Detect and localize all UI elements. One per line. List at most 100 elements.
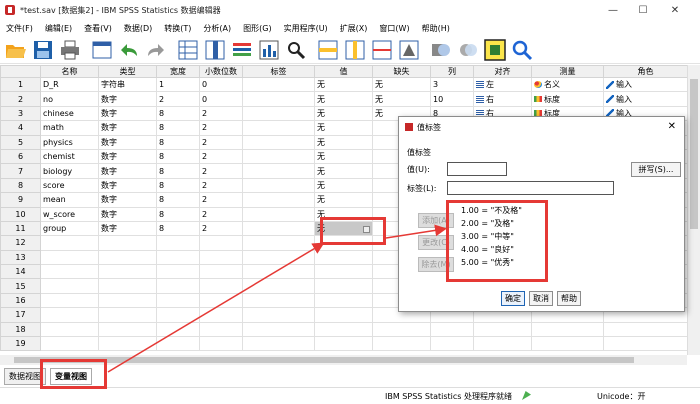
cell-values[interactable]: 无	[314, 163, 373, 179]
cell-label[interactable]	[242, 76, 315, 93]
row-number[interactable]: 8	[0, 177, 41, 194]
empty-cell[interactable]	[156, 264, 200, 280]
select-cases-icon[interactable]	[429, 38, 453, 62]
empty-cell[interactable]	[40, 264, 99, 280]
cancel-button[interactable]: 取消	[529, 291, 553, 306]
corner-cell[interactable]	[0, 65, 41, 78]
empty-cell[interactable]	[314, 307, 373, 323]
split-file-icon[interactable]	[370, 38, 394, 62]
cell-label[interactable]	[242, 148, 315, 165]
find-icon[interactable]	[284, 38, 308, 62]
empty-cell[interactable]	[156, 235, 200, 251]
cell-width[interactable]: 2	[156, 91, 200, 107]
empty-cell[interactable]	[156, 307, 200, 323]
dialog-close-icon[interactable]: ✕	[668, 121, 676, 132]
remove-button[interactable]: 除去(M)	[418, 257, 454, 272]
table-row[interactable]: 18	[0, 321, 688, 338]
empty-cell[interactable]	[242, 307, 315, 323]
empty-cell[interactable]	[156, 321, 200, 338]
cell-type[interactable]: 数字	[98, 192, 157, 208]
empty-cell[interactable]	[473, 336, 532, 352]
row-number[interactable]: 14	[0, 264, 41, 280]
empty-cell[interactable]	[199, 336, 243, 352]
menu-help[interactable]: 帮助(H)	[416, 23, 456, 34]
table-row[interactable]: 1 D_R 字符串 1 0 无 无 3 左 名义 输入	[0, 76, 688, 93]
col-header-decimals[interactable]: 小数位数	[199, 65, 243, 78]
empty-cell[interactable]	[242, 336, 315, 352]
help-button[interactable]: 帮助	[557, 291, 581, 306]
empty-cell[interactable]	[531, 321, 604, 338]
cell-decimals[interactable]: 2	[199, 220, 243, 237]
cell-decimals[interactable]: 2	[199, 206, 243, 222]
cell-label[interactable]	[242, 192, 315, 208]
cell-width[interactable]: 8	[156, 148, 200, 165]
cell-name[interactable]: mean	[40, 192, 99, 208]
cell-decimals[interactable]: 0	[199, 76, 243, 93]
cell-width[interactable]: 8	[156, 134, 200, 150]
horizontal-scroll-thumb[interactable]	[14, 357, 634, 363]
empty-cell[interactable]	[314, 249, 373, 266]
value-label-item[interactable]: 1.00 = "不及格"	[458, 204, 547, 217]
cell-role[interactable]: 输入	[603, 76, 688, 93]
col-header-align[interactable]: 对齐	[473, 65, 532, 78]
empty-cell[interactable]	[314, 321, 373, 338]
cell-width[interactable]: 8	[156, 220, 200, 237]
row-number[interactable]: 5	[0, 134, 41, 150]
horizontal-scrollbar[interactable]	[0, 355, 687, 365]
empty-cell[interactable]	[242, 264, 315, 280]
cell-width[interactable]: 8	[156, 177, 200, 194]
tab-data-view[interactable]: 数据视图	[4, 367, 46, 385]
empty-cell[interactable]	[199, 292, 243, 309]
cell-label[interactable]	[242, 163, 315, 179]
cell-width[interactable]: 8	[156, 192, 200, 208]
label-input[interactable]	[447, 181, 614, 195]
spelling-button[interactable]: 拼写(S)...	[631, 162, 681, 177]
empty-cell[interactable]	[242, 235, 315, 251]
cell-name[interactable]: score	[40, 177, 99, 194]
minimize-button[interactable]: —	[598, 0, 628, 20]
row-number[interactable]: 4	[0, 120, 41, 136]
ok-button[interactable]: 确定	[501, 291, 525, 306]
cell-type[interactable]: 数字	[98, 134, 157, 150]
row-number[interactable]: 18	[0, 321, 41, 338]
cell-name[interactable]: w_score	[40, 206, 99, 222]
cell-type[interactable]: 字符串	[98, 76, 157, 93]
empty-cell[interactable]	[98, 307, 157, 323]
empty-cell[interactable]	[473, 321, 532, 338]
cell-label[interactable]	[242, 206, 315, 222]
col-header-name[interactable]: 名称	[40, 65, 99, 78]
menu-edit[interactable]: 编辑(E)	[39, 23, 78, 34]
menu-window[interactable]: 窗口(W)	[373, 23, 415, 34]
empty-cell[interactable]	[98, 264, 157, 280]
value-labels-icon[interactable]	[456, 38, 480, 62]
value-label-item[interactable]: 2.00 = "及格"	[458, 217, 547, 230]
cell-align[interactable]: 左	[473, 76, 532, 93]
add-button[interactable]: 添加(A)	[418, 213, 454, 228]
col-header-type[interactable]: 类型	[98, 65, 157, 78]
row-number[interactable]: 11	[0, 220, 41, 237]
menu-file[interactable]: 文件(F)	[0, 23, 39, 34]
cell-decimals[interactable]: 2	[199, 105, 243, 122]
cell-values[interactable]: 无	[314, 120, 373, 136]
row-number[interactable]: 2	[0, 91, 41, 107]
cell-name[interactable]: group	[40, 220, 99, 237]
menu-view[interactable]: 查看(V)	[78, 23, 118, 34]
col-header-columns[interactable]: 列	[430, 65, 474, 78]
tab-variable-view[interactable]: 变量视图	[50, 367, 92, 385]
empty-cell[interactable]	[199, 307, 243, 323]
cell-name[interactable]: D_R	[40, 76, 99, 93]
empty-cell[interactable]	[372, 321, 431, 338]
row-number[interactable]: 16	[0, 292, 41, 309]
cell-values[interactable]: 无	[314, 220, 373, 237]
row-number[interactable]: 19	[0, 336, 41, 352]
cell-label[interactable]	[242, 220, 315, 237]
insert-cases-icon[interactable]	[316, 38, 340, 62]
value-label-item[interactable]: 4.00 = "良好"	[458, 243, 547, 256]
cell-decimals[interactable]: 2	[199, 192, 243, 208]
cell-measure[interactable]: 标度	[531, 91, 604, 107]
recall-dialog-icon[interactable]	[90, 38, 114, 62]
empty-cell[interactable]	[314, 278, 373, 294]
cell-values[interactable]: 无	[314, 206, 373, 222]
print-icon[interactable]	[58, 38, 82, 62]
cell-width[interactable]: 8	[156, 163, 200, 179]
